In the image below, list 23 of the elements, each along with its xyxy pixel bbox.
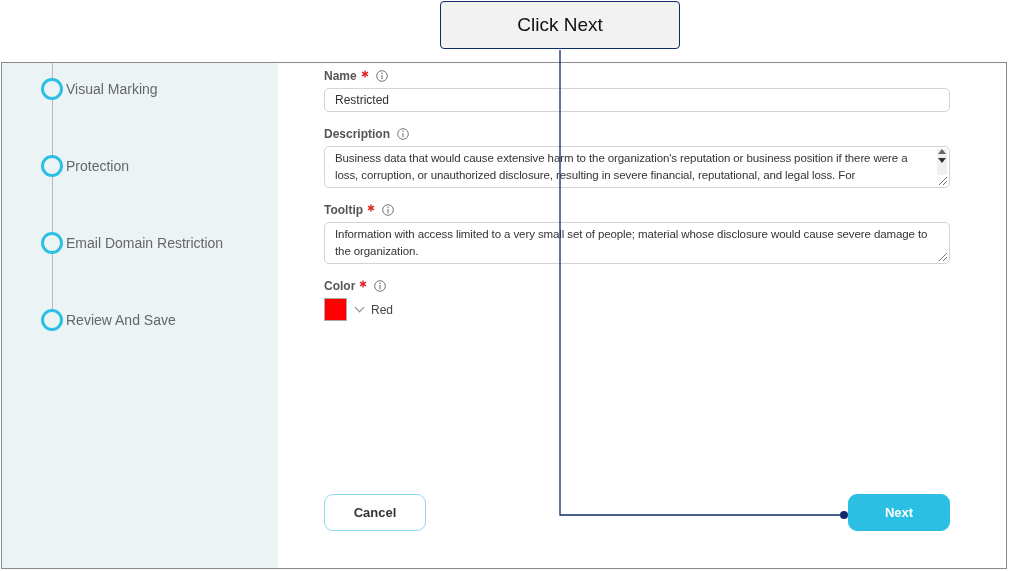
field-label: Color: [324, 279, 356, 293]
resize-handle-icon: [939, 177, 947, 185]
step-label[interactable]: Protection: [66, 158, 130, 174]
info-icon: [397, 128, 409, 140]
resize-handle-icon: [939, 253, 947, 261]
step-circle-icon: [41, 232, 63, 254]
info-icon: [375, 70, 388, 82]
color-name: Red: [371, 302, 393, 317]
info-icon: [374, 280, 387, 292]
field-label: Name: [324, 69, 357, 83]
text-area[interactable]: [324, 146, 950, 188]
step-label[interactable]: Review And Save: [66, 312, 176, 328]
step-circle-icon: [41, 78, 63, 100]
input-field[interactable]: Restricted: [324, 88, 950, 112]
step-label[interactable]: Visual Marking: [66, 81, 158, 97]
step-circle-icon: [41, 309, 63, 331]
field-label: Description: [324, 127, 390, 141]
step-label[interactable]: Email Domain Restriction: [66, 235, 224, 251]
callout-box: Click Next: [440, 1, 680, 49]
cancel-button[interactable]: Cancel: [324, 494, 426, 531]
step-circle-icon: [41, 155, 63, 177]
info-icon: [382, 204, 395, 216]
field-label: Tooltip: [324, 203, 364, 217]
